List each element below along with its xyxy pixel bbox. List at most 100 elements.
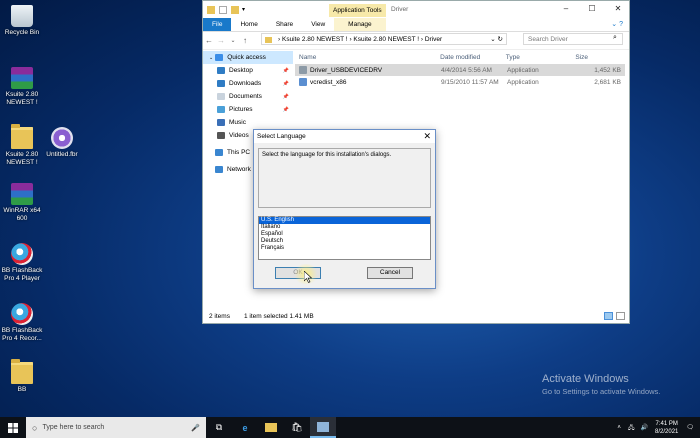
up-arrow-icon[interactable]: ↑ xyxy=(239,36,251,45)
nav-label: Desktop xyxy=(229,67,253,74)
close-button[interactable]: ✕ xyxy=(609,3,627,15)
nav-item-desktop[interactable]: Desktop 📌 xyxy=(203,64,293,77)
store-icon[interactable]: 🛍 xyxy=(284,417,310,438)
nav-item-documents[interactable]: Documents 📌 xyxy=(203,90,293,103)
edge-browser-icon[interactable]: e xyxy=(232,417,258,438)
desktop-icon-bb-folder[interactable]: BB xyxy=(0,359,44,394)
installer-taskbar-icon[interactable] xyxy=(310,417,336,438)
computer-icon xyxy=(215,149,223,156)
minimize-button[interactable]: – xyxy=(557,3,575,15)
file-explorer-icon[interactable] xyxy=(258,417,284,438)
nav-label: Quick access xyxy=(227,54,266,61)
nav-label: Network xyxy=(227,166,251,173)
forward-arrow-icon[interactable]: → xyxy=(215,36,227,45)
search-input[interactable]: Search Driver xyxy=(523,33,623,45)
column-header-date[interactable]: Date modified xyxy=(440,54,506,61)
microphone-icon[interactable]: 🎤 xyxy=(191,424,200,432)
desktop-icon-winrar[interactable]: WinRAR x64 600 xyxy=(0,183,44,223)
column-header-type[interactable]: Type xyxy=(506,54,570,61)
properties-icon[interactable] xyxy=(219,5,227,14)
tab-view[interactable]: View xyxy=(302,18,334,31)
breadcrumb-item[interactable]: Ksuite 2.80 NEWEST ! xyxy=(353,36,419,43)
start-button[interactable] xyxy=(0,417,26,438)
new-folder-icon[interactable] xyxy=(231,5,239,14)
dialog-titlebar: Select Language ✕ xyxy=(254,130,435,143)
column-header-name[interactable]: Name xyxy=(295,54,440,61)
task-view-icon[interactable]: ⧉ xyxy=(206,417,232,438)
language-option[interactable]: Deutsch xyxy=(259,238,430,245)
file-row[interactable]: vcredist_x86 9/15/2010 11:57 AM Applicat… xyxy=(295,76,625,88)
nav-item-quick-access[interactable]: ⌄ Quick access xyxy=(203,51,293,64)
file-row[interactable]: Driver_USBDEVICEDRV 4/4/2014 5:56 AM App… xyxy=(295,64,625,76)
desktop-icon-ksuite-rar[interactable]: Ksuite 2.80 NEWEST ! xyxy=(0,67,44,107)
large-icons-view-icon[interactable] xyxy=(616,312,625,320)
file-size: 1,452 KB xyxy=(594,66,621,74)
language-option[interactable]: Français xyxy=(259,245,430,252)
folder-icon xyxy=(11,124,33,149)
application-icon xyxy=(299,66,307,74)
tray-chevron-icon[interactable]: ˄ xyxy=(617,425,621,431)
breadcrumb-item[interactable]: Ksuite 2.80 NEWEST ! xyxy=(282,36,348,43)
file-name: vcredist_x86 xyxy=(310,78,347,86)
tab-file[interactable]: File xyxy=(203,18,232,31)
back-arrow-icon[interactable]: ← xyxy=(203,36,215,45)
desktop-icon-recycle-bin[interactable]: Recycle Bin xyxy=(0,5,44,37)
address-bar[interactable]: › Ksuite 2.80 NEWEST ! › Ksuite 2.80 NEW… xyxy=(261,33,507,45)
nav-item-downloads[interactable]: Downloads 📌 xyxy=(203,77,293,90)
network-icon[interactable]: 🖧 xyxy=(628,423,635,433)
nav-item-pictures[interactable]: Pictures 📌 xyxy=(203,103,293,116)
language-list[interactable]: U.S. English Italiano Español Deutsch Fr… xyxy=(258,216,431,260)
clock-time: 7:41 PM xyxy=(655,420,678,427)
document-icon xyxy=(217,93,225,100)
flashback-file-icon xyxy=(51,127,73,149)
refresh-icon[interactable]: ⌄ ↻ xyxy=(490,34,503,46)
column-headers: Name Date modified Type Size xyxy=(295,51,625,64)
pin-icon: 📌 xyxy=(282,67,289,74)
folder-icon xyxy=(11,359,33,384)
ok-button[interactable]: OK xyxy=(275,267,321,279)
volume-icon[interactable]: 🔊 xyxy=(641,424,648,431)
breadcrumb-item[interactable]: Driver xyxy=(425,36,442,43)
desktop-icon-bb-recorder[interactable]: BB FlashBack Pro 4 Recor... xyxy=(0,303,44,343)
taskbar-search-input[interactable]: ○ Type here to search 🎤 xyxy=(26,417,206,438)
notifications-icon[interactable]: 🗨 xyxy=(686,424,694,431)
recent-dropdown-icon[interactable]: ⌄ xyxy=(227,37,239,44)
pin-icon: 📌 xyxy=(282,106,289,113)
activate-windows-title: Activate Windows xyxy=(542,373,629,385)
status-bar: 2 items 1 item selected 1.41 MB xyxy=(203,309,629,323)
clock[interactable]: 7:41 PM 8/2/2021 xyxy=(655,420,678,436)
file-type: Application xyxy=(507,66,539,74)
status-selection: 1 item selected 1.41 MB xyxy=(243,312,314,320)
file-date: 4/4/2014 5:56 AM xyxy=(441,66,492,74)
nav-label: Music xyxy=(229,119,246,126)
chevron-down-icon: ⌄ xyxy=(209,54,214,61)
tab-share[interactable]: Share xyxy=(267,18,302,31)
search-icon: ⌕ xyxy=(613,34,617,41)
winrar-archive-icon xyxy=(11,67,33,89)
tab-home[interactable]: Home xyxy=(231,18,266,31)
dialog-prompt: Select the language for this installatio… xyxy=(258,148,431,208)
ribbon-expand-icon[interactable]: ⌄ ? xyxy=(611,18,623,31)
file-date: 9/15/2010 11:57 AM xyxy=(441,78,499,86)
desktop-icon-label: WinRAR x64 600 xyxy=(3,207,41,222)
picture-icon xyxy=(217,106,225,113)
language-option[interactable]: Italiano xyxy=(259,224,430,231)
desktop-icon-untitled-fbr[interactable]: Untitled.fbr xyxy=(40,127,84,159)
search-placeholder: Type here to search xyxy=(42,424,105,431)
folder-icon xyxy=(265,37,272,43)
maximize-button[interactable]: ☐ xyxy=(583,3,601,15)
status-item-count: 2 items xyxy=(209,312,230,320)
desktop-icon-ksuite-folder[interactable]: Ksuite 2.80 NEWEST ! xyxy=(0,124,44,167)
language-option[interactable]: U.S. English xyxy=(259,217,430,224)
file-list: Name Date modified Type Size Driver_USBD… xyxy=(295,51,625,88)
language-option[interactable]: Español xyxy=(259,231,430,238)
column-header-size[interactable]: Size xyxy=(569,54,625,61)
desktop-icon-bb-player[interactable]: BB FlashBack Pro 4 Player xyxy=(0,243,44,283)
nav-label: This PC xyxy=(227,149,251,156)
nav-item-music[interactable]: Music xyxy=(203,116,293,129)
dialog-close-icon[interactable]: ✕ xyxy=(423,130,431,143)
qat-dropdown-icon[interactable]: ▾ xyxy=(242,6,245,13)
details-view-icon[interactable] xyxy=(604,312,613,320)
tab-manage[interactable]: Manage xyxy=(334,18,386,31)
cancel-button[interactable]: Cancel xyxy=(367,267,413,279)
